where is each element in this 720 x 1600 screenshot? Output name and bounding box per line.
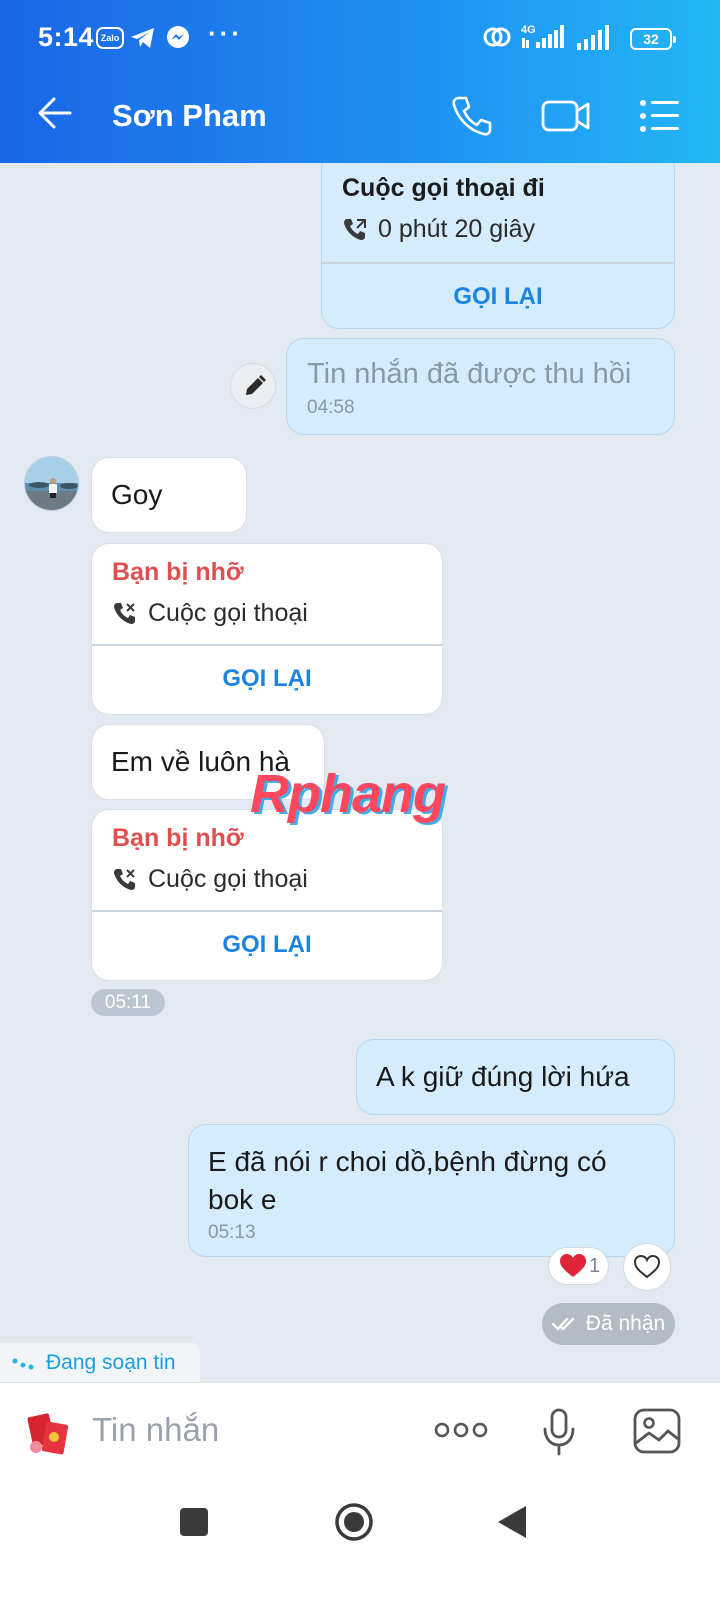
chat-area[interactable]: Cuộc gọi thoại đi 0 phút 20 giây GỌI LẠI…: [0, 163, 720, 1408]
time-chip: 05:11: [91, 989, 165, 1016]
microphone-icon[interactable]: [540, 1407, 578, 1457]
delivery-status-text: Đã nhận: [585, 1312, 666, 1335]
heart-outline-icon: [633, 1254, 661, 1279]
message-text: A k giữ đúng lời hứa: [376, 1061, 630, 1092]
message-time: 05:13: [208, 1222, 256, 1243]
react-button[interactable]: [623, 1243, 671, 1291]
edit-button[interactable]: [230, 363, 276, 409]
missed-call-card[interactable]: Bạn bị nhỡ Cuộc gọi thoại GỌI LẠI: [91, 543, 443, 715]
chat-header: Sơn Pham: [0, 68, 720, 163]
missed-call-title: Bạn bị nhỡ: [112, 824, 244, 852]
call-card-detail: Cuộc gọi thoại: [112, 865, 422, 894]
back-nav-button[interactable]: [496, 1504, 528, 1540]
sent-message[interactable]: A k giữ đúng lời hứa: [356, 1039, 675, 1115]
call-type: Cuộc gọi thoại: [148, 599, 308, 627]
call-back-button[interactable]: GỌI LẠI: [92, 912, 442, 959]
battery-icon: 32: [630, 28, 676, 50]
avatar[interactable]: [24, 456, 79, 511]
reaction-badge[interactable]: 1: [548, 1247, 609, 1285]
message-text: E đã nói r choi dồ,bệnh đừng có bok e: [208, 1146, 607, 1215]
call-back-button[interactable]: GỌI LẠI: [92, 646, 442, 693]
more-dots-icon: ···: [208, 18, 243, 48]
battery-level: 32: [643, 31, 659, 47]
message-input[interactable]: Tin nhắn: [92, 1411, 219, 1449]
message-composer: Tin nhắn: [0, 1382, 720, 1482]
call-card-detail: 0 phút 20 giây: [342, 215, 654, 244]
phone-icon[interactable]: [450, 94, 494, 138]
call-card-title: Cuộc gọi thoại đi: [342, 174, 545, 202]
status-time: 5:14: [38, 22, 95, 52]
recent-apps-button[interactable]: [180, 1508, 208, 1536]
sticker-icon[interactable]: [26, 1411, 72, 1457]
avatar-image: [25, 457, 78, 510]
missed-call-icon: [114, 602, 135, 624]
top-bar: 5:14 Zalo ··· 4G 32 Sơn Pham: [0, 0, 720, 163]
watermark: Rphang: [250, 764, 446, 824]
contact-name[interactable]: Sơn Pham: [112, 98, 267, 134]
video-call-icon[interactable]: [540, 94, 592, 138]
typing-dots-icon: [12, 1358, 34, 1370]
telegram-icon: [131, 28, 154, 48]
home-button[interactable]: [333, 1501, 375, 1543]
call-type: Cuộc gọi thoại: [148, 865, 308, 893]
more-options-icon[interactable]: [434, 1419, 488, 1441]
double-check-icon: [551, 1317, 574, 1331]
missed-call-card[interactable]: Bạn bị nhỡ Cuộc gọi thoại GỌI LẠI: [91, 809, 443, 981]
signal-4g-icon: 4G: [521, 24, 564, 48]
typing-text: Đang soạn tin: [46, 1351, 176, 1374]
message-text: Goy: [111, 479, 163, 510]
hotspot-icon: [483, 27, 511, 47]
call-card-detail: Cuộc gọi thoại: [112, 599, 422, 628]
call-duration: 0 phút 20 giây: [378, 215, 536, 243]
menu-list-icon[interactable]: [638, 94, 682, 138]
recalled-text: Tin nhắn đã được thu hồi: [307, 358, 632, 390]
status-bar: 5:14 Zalo ··· 4G 32: [0, 0, 720, 68]
image-gallery-icon[interactable]: [632, 1407, 682, 1455]
received-message[interactable]: Goy: [91, 457, 247, 533]
system-nav-bar: [0, 1482, 720, 1600]
delivery-status: Đã nhận: [542, 1303, 675, 1345]
missed-call-icon: [114, 868, 135, 890]
pencil-icon: [246, 375, 266, 395]
reaction-count: 1: [589, 1254, 601, 1277]
call-back-button[interactable]: GỌI LẠI: [322, 264, 674, 311]
messenger-icon: [167, 26, 189, 48]
outgoing-call-card[interactable]: Cuộc gọi thoại đi 0 phút 20 giây GỌI LẠI: [321, 163, 675, 329]
back-arrow-icon[interactable]: [36, 94, 74, 132]
signal-icon: [577, 25, 609, 50]
zalo-icon: Zalo: [96, 27, 124, 49]
svg-text:4G: 4G: [521, 24, 536, 36]
heart-icon: [560, 1254, 586, 1277]
message-time: 04:58: [307, 397, 355, 418]
sent-message[interactable]: E đã nói r choi dồ,bệnh đừng có bok e 05…: [188, 1124, 675, 1257]
typing-indicator: Đang soạn tin: [0, 1343, 200, 1383]
missed-call-title: Bạn bị nhỡ: [112, 558, 244, 586]
recalled-message[interactable]: Tin nhắn đã được thu hồi 04:58: [286, 338, 675, 435]
outgoing-call-icon: [344, 218, 366, 240]
